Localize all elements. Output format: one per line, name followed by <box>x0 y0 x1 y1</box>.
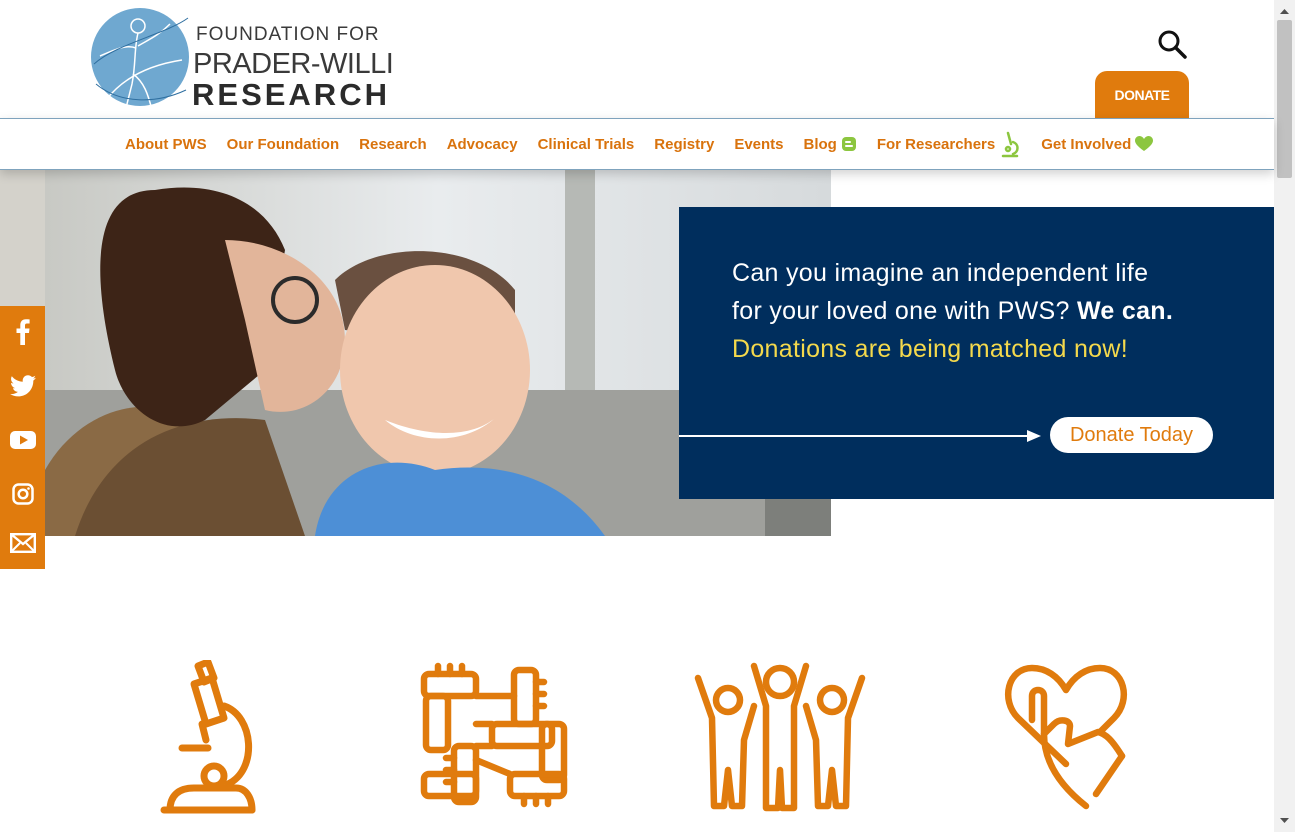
nav-item-for-researchers[interactable]: For Researchers <box>877 130 1021 158</box>
hero-headline-line1: Can you imagine an independent life <box>732 259 1149 287</box>
nav-item-label: Advocacy <box>446 135 518 153</box>
twitter-icon <box>9 375 36 397</box>
feature-community[interactable] <box>692 660 868 817</box>
hero-headline-line2-text: for your loved one with PWS? <box>732 297 1077 325</box>
nav-item-clinical-trials[interactable]: Clinical Trials <box>538 136 635 153</box>
nav-item-label: Our Foundation <box>226 135 340 153</box>
nav-item-label: For Researchers <box>876 135 996 153</box>
scroll-up-button[interactable] <box>1274 2 1295 20</box>
blog-icon <box>841 137 856 151</box>
nav-item-blog[interactable]: Blog <box>804 136 857 153</box>
site-logo[interactable]: FOUNDATION FOR PRADER-WILLI RESEARCH <box>86 4 394 112</box>
scrollbar-thumb[interactable] <box>1277 20 1292 178</box>
nav-item-label: Research <box>359 135 427 153</box>
nav-item-our-foundation[interactable]: Our Foundation <box>227 136 339 153</box>
logo-text-line1: FOUNDATION FOR <box>196 24 380 45</box>
nav-item-about-pws[interactable]: About PWS <box>125 136 207 153</box>
donate-button[interactable]: DONATE <box>1095 71 1189 118</box>
social-facebook-link[interactable] <box>0 312 45 352</box>
hero-image-edge <box>0 170 45 306</box>
nav-item-label: Get Involved <box>1041 135 1132 153</box>
logo-figure-icon <box>93 17 189 111</box>
heart-icon <box>1135 136 1154 151</box>
hero-callout: Can you imagine an independent life for … <box>679 207 1274 499</box>
logo-text-line3: RESEARCH <box>192 77 390 112</box>
hero-headline-line2: for your loved one with PWS? We can. <box>732 297 1173 326</box>
vertical-scrollbar[interactable] <box>1274 0 1295 832</box>
heart-hand-icon <box>1004 664 1128 810</box>
main-nav: About PWS Our Foundation Research Advoca… <box>0 118 1274 170</box>
youtube-icon <box>9 431 36 449</box>
social-instagram-link[interactable] <box>0 474 45 514</box>
nav-list: About PWS Our Foundation Research Advoca… <box>125 119 1173 169</box>
nav-item-registry[interactable]: Registry <box>654 136 714 153</box>
hands-together-icon <box>420 662 568 808</box>
microscope-icon <box>160 658 256 814</box>
facebook-icon <box>16 319 30 345</box>
instagram-icon <box>11 483 34 505</box>
nav-item-label: Registry <box>654 135 715 153</box>
donate-today-button[interactable]: Donate Today <box>1050 417 1213 453</box>
nav-item-get-involved[interactable]: Get Involved <box>1041 135 1154 153</box>
scroll-down-arrow-icon <box>1280 818 1289 823</box>
microscope-icon <box>1002 131 1019 158</box>
site-header: FOUNDATION FOR PRADER-WILLI RESEARCH DON… <box>0 0 1274 118</box>
scroll-up-arrow-icon <box>1280 9 1289 14</box>
social-sidebar <box>0 306 45 569</box>
community-people-icon <box>694 662 866 812</box>
search-button[interactable] <box>1156 28 1188 60</box>
nav-item-research[interactable]: Research <box>359 136 427 153</box>
hero-headline-emphasis: We can. <box>1076 297 1174 325</box>
nav-item-events[interactable]: Events <box>734 136 783 153</box>
nav-item-label: Blog <box>803 135 837 153</box>
social-email-link[interactable] <box>0 523 45 563</box>
email-icon <box>9 533 36 553</box>
arrow-right-icon <box>679 430 1041 442</box>
search-icon <box>1158 30 1187 59</box>
nav-item-label: Clinical Trials <box>537 135 635 153</box>
nav-item-advocacy[interactable]: Advocacy <box>447 136 518 153</box>
nav-item-label: Events <box>734 135 784 153</box>
feature-our-foundation[interactable] <box>420 660 570 815</box>
social-twitter-link[interactable] <box>0 366 45 406</box>
nav-item-label: About PWS <box>125 135 207 153</box>
feature-research[interactable] <box>158 658 258 821</box>
social-youtube-link[interactable] <box>0 420 45 460</box>
feature-get-involved[interactable] <box>1002 660 1132 817</box>
hero-match-message: Donations are being matched now! <box>732 335 1128 363</box>
scroll-down-button[interactable] <box>1274 812 1295 830</box>
